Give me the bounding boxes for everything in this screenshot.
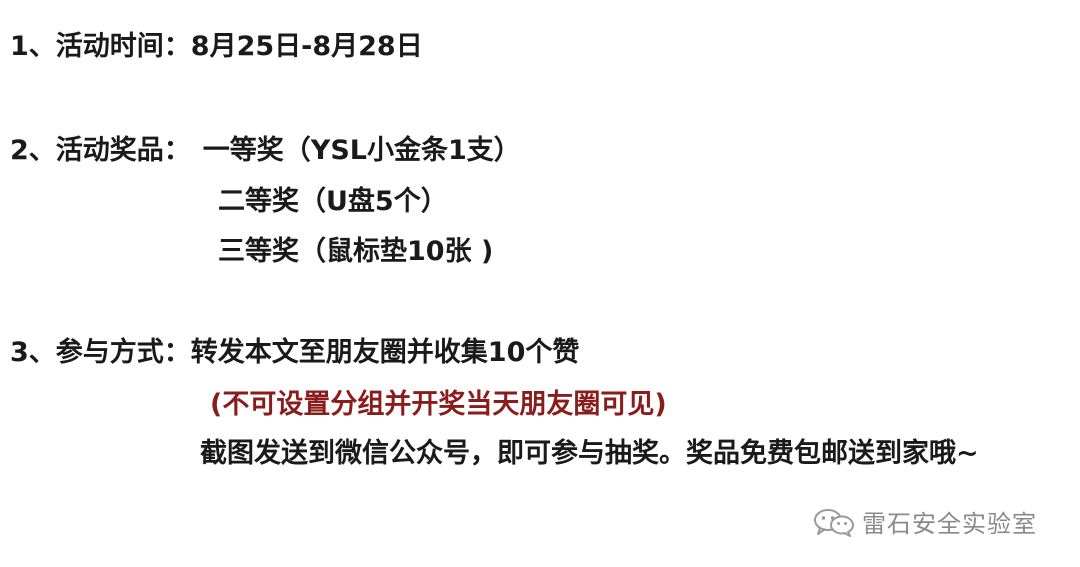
prize-first: 一等奖（YSL小金条1支） [202,135,521,166]
prize-label: 2、活动奖品： [10,135,191,166]
prize-third: 三等奖（鼠标垫10张 ) [218,236,494,267]
prize-line-3: 三等奖（鼠标垫10张 ) [218,235,493,269]
wechat-icon [814,508,854,537]
participation-line: 3、参与方式：转发本文至朋友圈并收集10个赞 [10,336,579,370]
activity-time-label: 1、活动时间： [10,31,191,62]
participation-step-1: 转发本文至朋友圈并收集10个赞 [190,337,580,368]
visibility-note: (不可设置分组并开奖当天朋友圈可见) [210,389,667,420]
prize-line-2: 二等奖（U盘5个） [218,185,448,219]
activity-time-line: 1、活动时间：8月25日-8月28日 [10,30,423,64]
activity-time-value: 8月25日-8月28日 [190,31,423,62]
prize-second: 二等奖（U盘5个） [218,186,448,217]
account-name: 雷石安全实验室 [862,510,1037,538]
account-watermark: 雷石安全实验室 [812,504,1037,539]
participation-label: 3、参与方式： [10,337,191,368]
participation-step-2: 截图发送到微信公众号，即可参与抽奖。奖品免费包邮送到家哦~ [200,438,979,469]
prize-line-1: 2、活动奖品： 一等奖（YSL小金条1支） [10,134,521,168]
